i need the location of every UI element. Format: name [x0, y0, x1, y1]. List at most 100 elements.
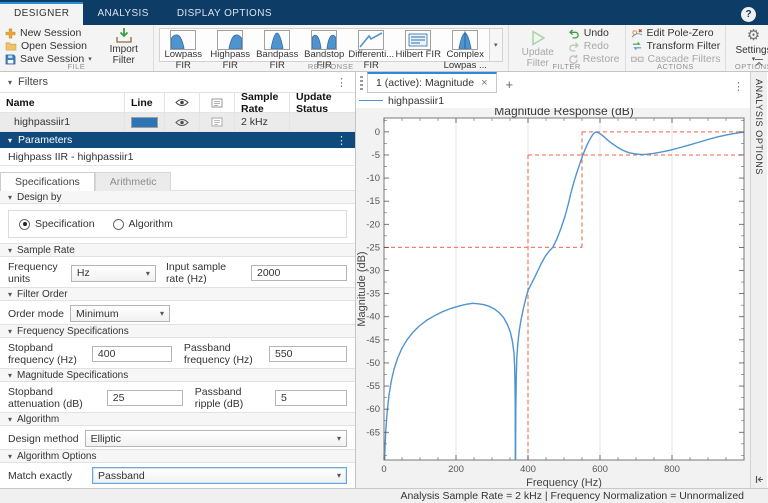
svg-text:Magnitude Response (dB): Magnitude Response (dB) [494, 108, 633, 118]
svg-text:-60: -60 [366, 404, 380, 415]
filter-row-name[interactable]: highpassiir1 [0, 113, 125, 132]
eye-icon [175, 98, 189, 107]
filter-row-visibility-toggle[interactable] [165, 113, 200, 132]
parameters-menu-icon[interactable]: ⋮ [336, 134, 347, 147]
new-session-icon [5, 28, 16, 39]
response-gallery-item-highpass[interactable]: Highpass FIR [207, 29, 254, 71]
svg-text:-5: -5 [372, 150, 380, 161]
stopband-frequency-field[interactable] [91, 346, 172, 362]
passband-ripple-field[interactable] [275, 390, 347, 406]
design-by-section-bar[interactable]: ▾ Design by [0, 190, 355, 204]
filters-menu-icon[interactable]: ⋮ [336, 76, 347, 89]
bandpass-response-icon [264, 30, 291, 50]
frequency-specifications-section-bar[interactable]: ▾ Frequency Specifications [0, 324, 355, 338]
design-method-dropdown[interactable]: Elliptic ▾ [84, 430, 347, 447]
svg-text:-45: -45 [366, 335, 380, 346]
magnitude-response-figure[interactable]: 0 200 400 600 800 0 -5 -10 -15 -20 -25 -30 -35 -40 -45… [356, 108, 750, 488]
passband-frequency-field[interactable] [269, 346, 347, 362]
bandstop-response-icon [311, 30, 338, 50]
frequency-units-dropdown[interactable]: Hz ▾ [70, 264, 156, 282]
redo-button[interactable]: Redo [568, 40, 620, 52]
radio-algorithm[interactable]: Algorithm [112, 218, 173, 230]
filter-row-legend-toggle[interactable] [200, 113, 235, 132]
response-gallery-item-hilbert[interactable]: Hilbert FIR [395, 29, 442, 61]
parameters-section-header[interactable]: ▾ Parameters ⋮ [0, 132, 355, 148]
transform-filter-button[interactable]: Transform Filter [631, 40, 721, 52]
legend-line-sample [359, 100, 383, 101]
filter-row-update-status [290, 113, 355, 132]
response-gallery-item-lowpass[interactable]: Lowpass FIR [160, 29, 207, 71]
legend-box-icon [211, 117, 223, 127]
collapse-caret-icon: ▾ [8, 135, 13, 145]
algorithm-section-bar[interactable]: ▾ Algorithm [0, 412, 355, 426]
filter-row-sample-rate: 2 kHz [235, 113, 290, 132]
ribbon: New Session Open Session Save Session ▾ [0, 25, 768, 72]
order-mode-dropdown[interactable]: Minimum ▾ [70, 305, 171, 322]
ribbon-collapse-icon[interactable] [754, 58, 764, 67]
svg-text:-30: -30 [366, 266, 380, 277]
close-tab-icon[interactable]: × [481, 77, 487, 89]
filter-row-line[interactable] [125, 113, 165, 132]
import-filter-button[interactable]: Import Filter [100, 27, 148, 66]
file-section-label: FILE [67, 62, 86, 71]
response-gallery-item-differentiator[interactable]: Differenti... FIR [348, 29, 395, 71]
legend-label: highpassiir1 [388, 94, 445, 107]
svg-text:600: 600 [592, 464, 608, 475]
collapse-panel-icon[interactable] [755, 475, 764, 484]
add-tab-button[interactable]: + [497, 77, 523, 93]
undo-button[interactable]: Undo [568, 27, 620, 39]
match-exactly-dropdown[interactable]: Passband ▾ [92, 467, 347, 484]
status-text: Analysis Sample Rate = 2 kHz | Frequency… [400, 490, 744, 502]
magnitude-specifications-section-bar[interactable]: ▾ Magnitude Specifications [0, 368, 355, 382]
svg-text:-40: -40 [366, 312, 380, 323]
update-filter-button[interactable]: Update Filter [514, 27, 562, 69]
settings-button[interactable]: ⚙ Settings ▾ [731, 27, 768, 62]
edit-pole-zero-button[interactable]: Edit Pole-Zero [631, 27, 721, 39]
tab-designer[interactable]: DESIGNER [0, 2, 84, 25]
design-by-radio-group: Specification Algorithm [8, 210, 347, 238]
new-session-button[interactable]: New Session [5, 27, 92, 39]
response-gallery-dropdown[interactable]: ▾ [488, 29, 502, 61]
line-swatch[interactable] [131, 116, 158, 128]
dock-handle[interactable] [360, 76, 363, 90]
svg-text:Magnitude (dB): Magnitude (dB) [356, 251, 368, 326]
stopband-attenuation-label: Stopband attenuation (dB) [8, 386, 83, 410]
col-header-legend [200, 93, 235, 113]
plot-tab-bar: 1 (active): Magnitude × + ⋮ [356, 72, 750, 93]
analysis-options-strip[interactable]: ANALYSIS OPTIONS [750, 72, 767, 488]
radio-dot-icon [112, 218, 124, 230]
response-gallery-item-complex-lowpass[interactable]: Complex Lowpas ... [442, 29, 489, 71]
chevron-down-icon: ▾ [336, 434, 341, 443]
analysis-options-label[interactable]: ANALYSIS OPTIONS [754, 79, 764, 175]
col-header-visibility [165, 93, 200, 113]
tab-display-options[interactable]: DISPLAY OPTIONS [163, 3, 286, 25]
tab-arithmetic[interactable]: Arithmetic [94, 172, 172, 191]
plot-menu-icon[interactable]: ⋮ [733, 80, 744, 93]
pole-zero-icon [631, 28, 643, 39]
hilbert-response-icon [405, 30, 432, 50]
svg-text:-10: -10 [366, 173, 380, 184]
col-header-sample-rate: Sample Rate [235, 91, 290, 115]
radio-specification[interactable]: Specification [19, 218, 95, 230]
response-gallery-item-bandstop[interactable]: Bandstop FIR [301, 29, 348, 71]
redo-icon [568, 41, 580, 52]
algorithm-options-section-bar[interactable]: ▾ Algorithm Options [0, 449, 355, 463]
help-icon[interactable]: ? [741, 7, 756, 22]
filter-order-section-bar[interactable]: ▾ Filter Order [0, 287, 355, 301]
tab-analysis[interactable]: ANALYSIS [83, 3, 162, 25]
input-sample-rate-field[interactable] [251, 265, 347, 281]
highpass-response-icon [217, 30, 244, 50]
response-section-label: RESPONSE [307, 62, 354, 71]
magnitude-response-chart[interactable]: 0 200 400 600 800 0 -5 -10 -15 -20 -25 -30 -35 -40 -45… [356, 108, 750, 488]
passband-ripple-label: Passband ripple (dB) [194, 386, 244, 410]
chevron-down-icon: ▾ [145, 268, 150, 278]
magnitude-plot-tab[interactable]: 1 (active): Magnitude × [367, 72, 497, 93]
tab-specifications[interactable]: Specifications [0, 172, 95, 191]
undo-icon [568, 28, 580, 39]
sample-rate-section-bar[interactable]: ▾ Sample Rate [0, 243, 355, 257]
stopband-attenuation-field[interactable] [106, 390, 183, 406]
svg-text:-25: -25 [366, 242, 380, 253]
open-session-button[interactable]: Open Session [5, 40, 92, 52]
response-gallery-item-bandpass[interactable]: Bandpass FIR [254, 29, 301, 71]
complex-lowpass-response-icon [452, 30, 479, 50]
